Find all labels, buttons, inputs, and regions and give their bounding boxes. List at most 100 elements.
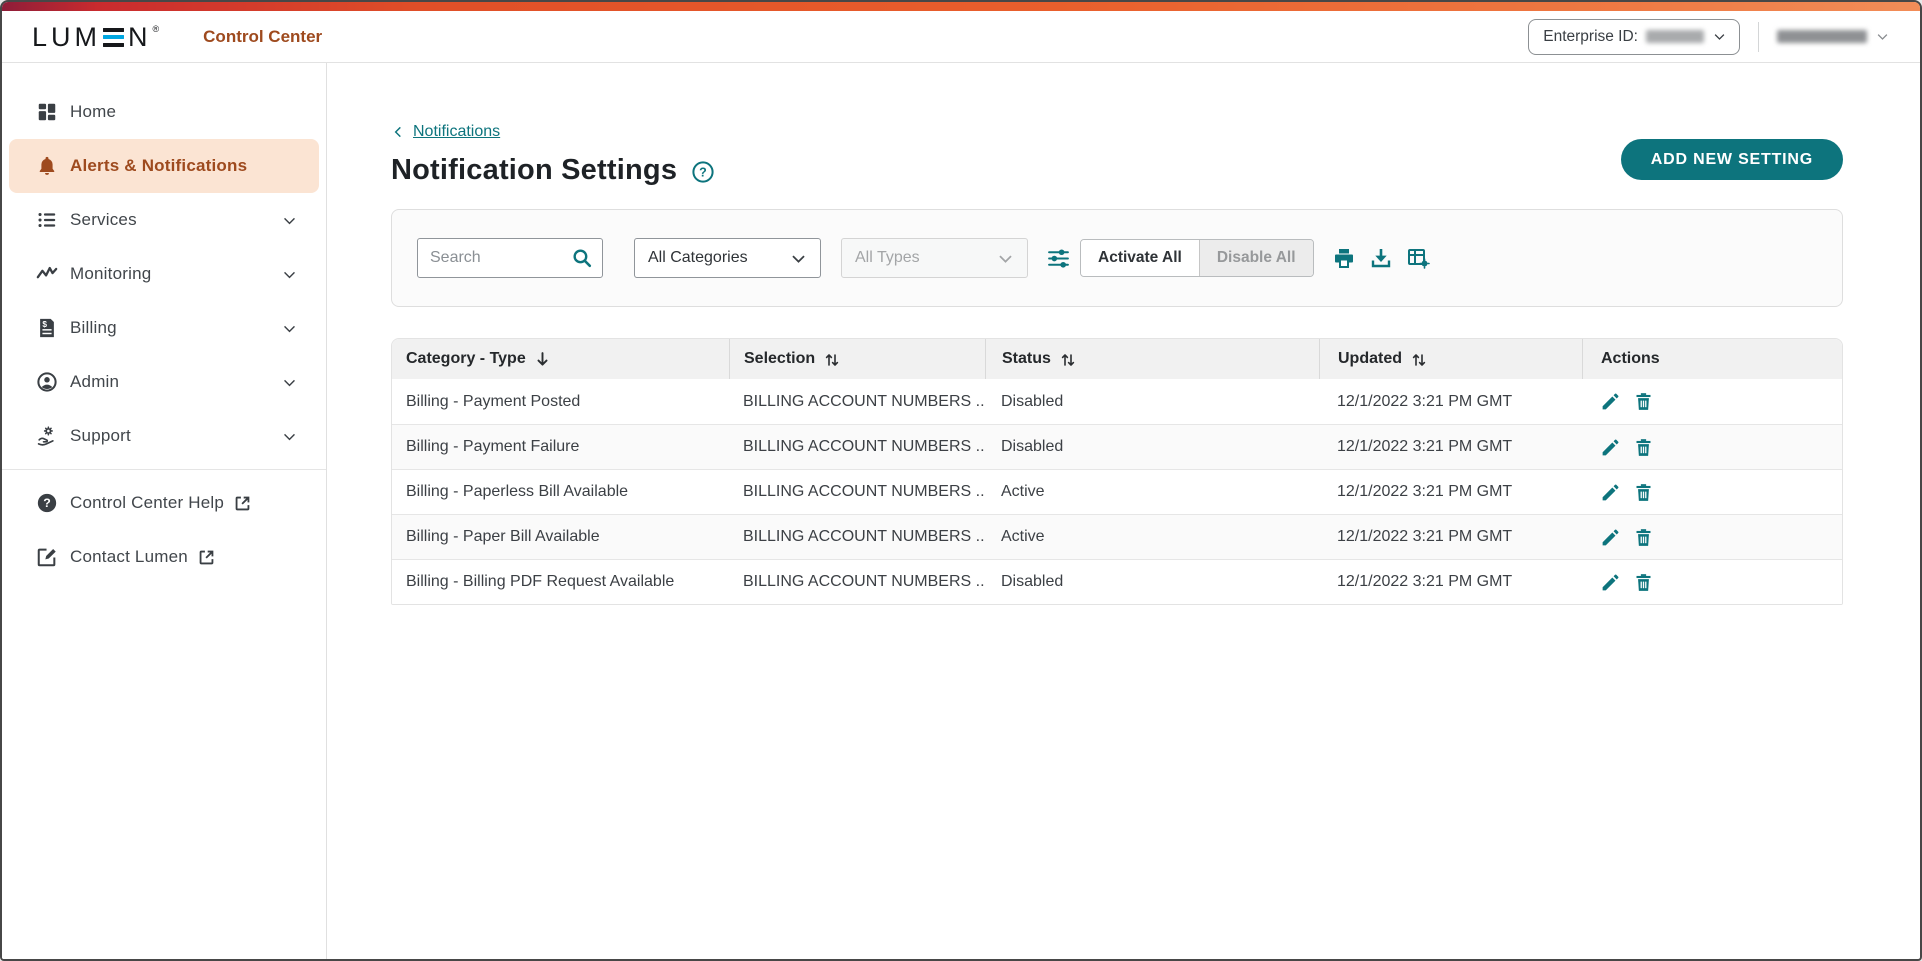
sidebar-item-alerts-notifications[interactable]: Alerts & Notifications (9, 139, 319, 193)
chevron-down-icon (281, 212, 298, 229)
registered-mark: ® (153, 24, 160, 34)
table-row: Billing - Payment Posted BILLING ACCOUNT… (392, 379, 1842, 424)
type-select: All Types (841, 238, 1028, 278)
lumen-logo[interactable]: LUM N ® (32, 22, 159, 52)
delete-trash-icon[interactable] (1633, 482, 1654, 503)
cell-category-type: Billing - Paper Bill Available (392, 528, 729, 546)
sidebar-item-label: Support (70, 426, 131, 446)
cell-status: Active (985, 528, 1319, 546)
sort-descending-icon[interactable] (535, 351, 550, 368)
sidebar-item-label: Admin (70, 372, 119, 392)
sidebar-item-home[interactable]: Home (2, 85, 326, 139)
logo-e-glyph (103, 28, 124, 47)
cell-updated: 12/1/2022 3:21 PM GMT (1319, 528, 1582, 546)
cell-updated: 12/1/2022 3:21 PM GMT (1319, 483, 1582, 501)
column-header-selection[interactable]: Selection (729, 339, 985, 379)
table-header: Category - Type Selection (392, 339, 1842, 379)
enterprise-id-select[interactable]: Enterprise ID: (1528, 19, 1740, 55)
logo-text-prefix: LUM (32, 22, 101, 52)
sidebar-item-billing[interactable]: $ Billing (2, 301, 326, 355)
chevron-down-icon (789, 249, 808, 268)
sort-both-icon[interactable] (824, 352, 840, 368)
sidebar-item-contact-lumen[interactable]: Contact Lumen (2, 530, 326, 584)
delete-trash-icon[interactable] (1633, 391, 1654, 412)
search-icon[interactable] (571, 247, 593, 269)
sidebar-item-admin[interactable]: Admin (2, 355, 326, 409)
help-circle-icon: ? (35, 492, 58, 515)
svg-text:?: ? (43, 496, 51, 510)
chevron-down-icon (1712, 29, 1727, 44)
table-row: Billing - Payment Failure BILLING ACCOUN… (392, 424, 1842, 469)
page-title: Notification Settings (391, 154, 677, 187)
header-right: Enterprise ID: (1528, 19, 1894, 55)
cell-category-type: Billing - Billing PDF Request Available (392, 573, 729, 591)
chevron-left-icon (391, 124, 407, 140)
external-link-icon (197, 548, 216, 567)
svg-text:$: $ (42, 320, 47, 329)
cell-updated: 12/1/2022 3:21 PM GMT (1319, 573, 1582, 591)
line-chart-icon (35, 263, 58, 286)
cell-actions (1582, 391, 1842, 412)
edit-pencil-icon[interactable] (1600, 482, 1621, 503)
user-menu[interactable] (1777, 29, 1894, 44)
page-help-icon[interactable]: ? (691, 160, 715, 184)
sort-both-icon[interactable] (1060, 352, 1076, 368)
cell-selection: BILLING ACCOUNT NUMBERS ... (729, 573, 985, 591)
table-settings-icon[interactable] (1406, 246, 1430, 270)
delete-trash-icon[interactable] (1633, 527, 1654, 548)
column-header-status[interactable]: Status (985, 339, 1319, 379)
svg-text:?: ? (699, 165, 707, 179)
table-row: Billing - Billing PDF Request Available … (392, 559, 1842, 604)
sort-both-icon[interactable] (1411, 352, 1427, 368)
hand-gear-icon (35, 425, 58, 448)
sidebar-item-control-center-help[interactable]: ? Control Center Help (2, 476, 326, 530)
cell-status: Disabled (985, 438, 1319, 456)
sidebar-item-monitoring[interactable]: Monitoring (2, 247, 326, 301)
activate-all-button[interactable]: Activate All (1081, 240, 1199, 276)
download-icon[interactable] (1369, 246, 1393, 270)
column-header-updated[interactable]: Updated (1319, 339, 1582, 379)
cell-status: Disabled (985, 573, 1319, 591)
chevron-down-icon (281, 374, 298, 391)
filter-panel: All Categories All Types Activate All Di… (391, 209, 1843, 307)
cell-actions (1582, 527, 1842, 548)
enterprise-id-value-redacted (1646, 30, 1704, 43)
breadcrumb-notifications[interactable]: Notifications (391, 123, 500, 141)
brand-stripe (2, 2, 1920, 11)
edit-pencil-icon[interactable] (1600, 391, 1621, 412)
table-body: Billing - Payment Posted BILLING ACCOUNT… (392, 379, 1842, 604)
delete-trash-icon[interactable] (1633, 437, 1654, 458)
sidebar-divider (2, 469, 326, 470)
app-window: LUM N ® Control Center Enterprise ID: (0, 0, 1922, 961)
sidebar: Home Alerts & Notifications Services (2, 63, 327, 961)
user-circle-icon (35, 371, 58, 394)
chevron-down-icon (281, 320, 298, 337)
cell-updated: 12/1/2022 3:21 PM GMT (1319, 393, 1582, 411)
chevron-down-icon (1875, 29, 1890, 44)
list-icon (35, 209, 58, 232)
edit-pencil-icon[interactable] (1600, 437, 1621, 458)
cell-category-type: Billing - Paperless Bill Available (392, 483, 729, 501)
username-redacted (1777, 30, 1867, 43)
disable-all-button[interactable]: Disable All (1199, 240, 1313, 276)
sliders-icon[interactable] (1046, 246, 1071, 271)
sidebar-item-label: Control Center Help (70, 493, 224, 513)
delete-trash-icon[interactable] (1633, 572, 1654, 593)
category-select-value: All Categories (648, 249, 748, 267)
cell-status: Disabled (985, 393, 1319, 411)
sidebar-item-services[interactable]: Services (2, 193, 326, 247)
sidebar-item-support[interactable]: Support (2, 409, 326, 463)
edit-pencil-icon[interactable] (1600, 527, 1621, 548)
add-new-setting-button[interactable]: ADD NEW SETTING (1621, 139, 1843, 180)
chevron-down-icon (996, 249, 1015, 268)
table-tool-icons (1332, 246, 1430, 270)
main-content: Notifications Notification Settings ? AD… (327, 63, 1920, 961)
bell-icon (35, 155, 58, 178)
sidebar-item-label: Services (70, 210, 137, 230)
printer-icon[interactable] (1332, 246, 1356, 270)
edit-pencil-icon[interactable] (1600, 572, 1621, 593)
chevron-down-icon (281, 428, 298, 445)
category-select[interactable]: All Categories (634, 238, 821, 278)
column-header-category-type[interactable]: Category - Type (392, 339, 729, 379)
breadcrumb-label: Notifications (413, 123, 500, 141)
